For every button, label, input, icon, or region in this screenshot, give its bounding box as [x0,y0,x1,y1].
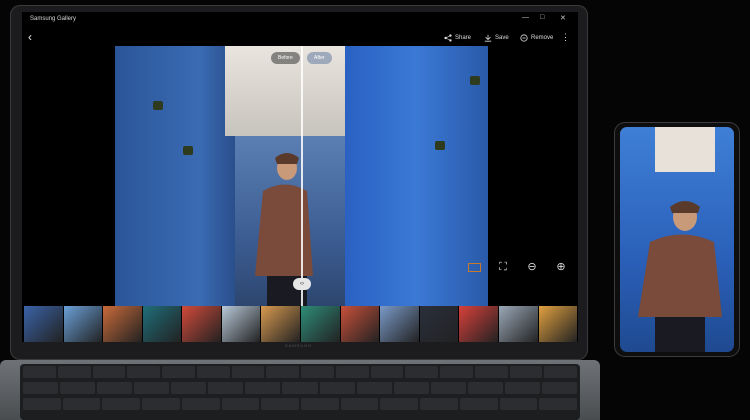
plant-pot [183,146,193,155]
filmstrip-thumbnail[interactable] [63,306,103,342]
minimize-icon[interactable]: — [522,14,529,21]
download-icon [484,34,492,42]
gallery-window: Samsung Gallery — □ ✕ ‹ Share Save Remov… [22,12,578,342]
filmstrip-thumbnail[interactable] [538,306,578,342]
filmstrip-thumbnail[interactable] [221,306,261,342]
filmstrip-thumbnail[interactable] [24,306,63,342]
remove-label: Remove [531,35,554,41]
laptop-brand: SAMSUNG [285,343,313,348]
photo-compare-view[interactable]: ‹› Before After [115,46,488,306]
close-icon[interactable]: ✕ [560,14,566,22]
share-button[interactable]: Share [444,34,471,42]
after-label: After [307,52,332,64]
filmstrip-thumbnail[interactable] [419,306,459,342]
filmstrip-thumbnail[interactable] [340,306,380,342]
keyboard [20,364,580,420]
compare-handle[interactable]: ‹› [293,278,311,290]
phone-screen [620,127,734,352]
title-bar: Samsung Gallery — □ ✕ [22,12,578,28]
window-title: Samsung Gallery [30,16,77,22]
plant-pot [153,101,163,110]
left-wall [115,46,235,306]
zoom-in-icon[interactable]: ⊕ [554,260,568,274]
filmstrip-thumbnail[interactable] [459,306,498,342]
filmstrip-thumbnail[interactable] [103,306,142,342]
filmstrip-thumbnail[interactable] [498,306,538,342]
plant-pot [435,141,445,150]
phone-sky [655,127,715,172]
filmstrip-thumbnail[interactable] [380,306,419,342]
fit-screen-icon[interactable]: ⛶ [496,260,510,274]
plant-pot [470,76,480,85]
phone-person-figure [638,201,722,352]
maximize-icon[interactable]: □ [540,14,544,21]
remove-button[interactable]: Remove [520,34,553,42]
right-wall [345,46,488,306]
save-label: Save [495,35,509,41]
before-label: Before [271,52,300,64]
filmstrip-thumbnail[interactable] [261,306,301,342]
share-label: Share [455,35,472,41]
crop-icon[interactable] [468,263,481,272]
filmstrip [24,306,578,342]
more-vertical-icon[interactable]: ⋮ [561,32,570,43]
save-button[interactable]: Save [484,34,509,42]
filmstrip-thumbnail[interactable] [182,306,221,342]
compare-divider[interactable] [301,46,303,306]
share-icon [444,34,452,42]
filmstrip-thumbnail[interactable] [142,306,182,342]
back-arrow-icon[interactable]: ‹ [28,30,32,44]
filmstrip-thumbnail[interactable] [301,306,340,342]
phone-device [615,123,739,356]
remove-icon [520,34,528,42]
zoom-out-icon[interactable]: ⊖ [525,260,539,274]
